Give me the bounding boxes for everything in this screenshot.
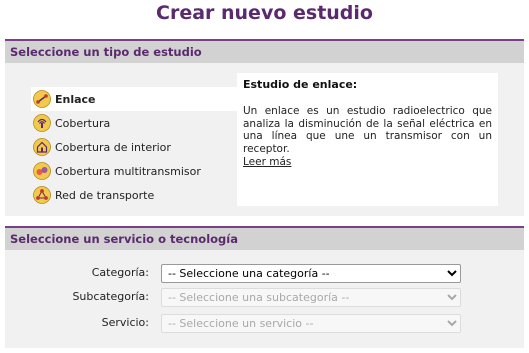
- study-type-header: Seleccione un tipo de estudio: [5, 39, 524, 63]
- category-select[interactable]: -- Seleccione una categoría --: [161, 264, 461, 283]
- category-row: Categoría: -- Seleccione una categoría -…: [5, 264, 524, 284]
- read-more-link[interactable]: Leer más: [243, 156, 291, 168]
- study-type-label: Cobertura de interior: [55, 140, 171, 154]
- study-type-cobertura[interactable]: Cobertura: [31, 111, 241, 135]
- indoor-coverage-icon: [33, 138, 51, 156]
- multi-transmitter-icon: [33, 162, 51, 180]
- coverage-icon: [33, 114, 51, 132]
- service-select[interactable]: -- Seleccione un servicio --: [161, 314, 461, 333]
- service-header: Seleccione un servicio o tecnología: [5, 226, 524, 250]
- study-description-title: Estudio de enlace:: [243, 78, 358, 91]
- subcategory-select[interactable]: -- Seleccione una subcategoría --: [161, 288, 461, 307]
- category-label: Categoría:: [91, 266, 149, 279]
- study-type-cobertura-interior[interactable]: Cobertura de interior: [31, 135, 241, 159]
- study-type-label: Enlace: [55, 92, 96, 106]
- study-type-enlace[interactable]: Enlace: [31, 87, 243, 111]
- service-label: Servicio:: [101, 316, 149, 329]
- study-type-label: Red de transporte: [55, 188, 155, 202]
- subcategory-label: Subcategoría:: [72, 290, 149, 303]
- study-type-red-transporte[interactable]: Red de transporte: [31, 183, 241, 207]
- service-row: Servicio: -- Seleccione un servicio --: [5, 314, 524, 334]
- transport-network-icon: [33, 186, 51, 204]
- study-description-text: Un enlace es un estudio radioelectrico q…: [243, 105, 492, 155]
- link-icon: [33, 90, 51, 108]
- study-type-label: Cobertura: [55, 116, 111, 130]
- study-type-panel: Seleccione un tipo de estudio Enlace Cob…: [5, 39, 524, 216]
- subcategory-row: Subcategoría: -- Seleccione una subcateg…: [5, 288, 524, 308]
- service-panel: Seleccione un servicio o tecnología Cate…: [5, 226, 524, 348]
- page-title: Crear nuevo estudio: [156, 2, 373, 24]
- study-type-list: Enlace Cobertura Cobertura de interior C…: [31, 87, 243, 207]
- study-type-label: Cobertura multitransmisor: [55, 164, 201, 178]
- study-type-cobertura-multitransmisor[interactable]: Cobertura multitransmisor: [31, 159, 241, 183]
- study-description-box: Estudio de enlace: Un enlace es un estud…: [237, 73, 498, 206]
